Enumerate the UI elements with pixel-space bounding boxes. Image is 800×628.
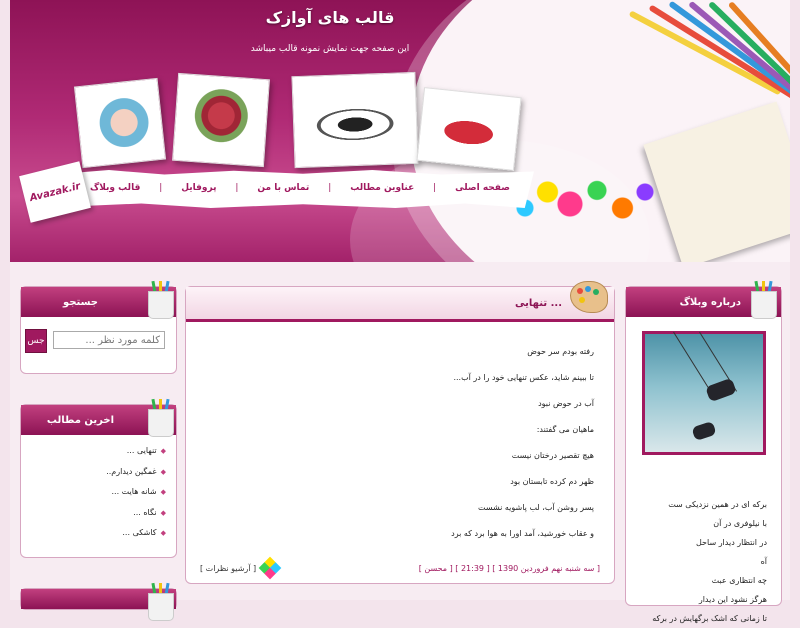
post-title[interactable]: تنهایی ... — [515, 298, 562, 309]
recent-posts-list: تنهایی ... غمگین دیدارم.. شانه هایت ... … — [21, 435, 176, 544]
nav-separator: | — [328, 183, 332, 193]
nav-home[interactable]: صفحه اصلی — [455, 183, 510, 193]
comments-archive-link[interactable]: [ آرشیو نظرات ] — [200, 564, 256, 573]
post-line: آب در حوض نبود — [538, 399, 594, 408]
post-archive: [ آرشیو نظرات ] — [200, 556, 282, 580]
pencil-cup-icon — [146, 398, 174, 437]
nav-blog-template[interactable]: قالب وبلاگ — [90, 183, 140, 193]
about-line: چه انتظاری عبث — [711, 576, 767, 585]
about-text: برکه ای در همین نزدیکی ست با نیلوفری در … — [632, 495, 767, 628]
post-footer: [ سه شنبه نهم فروردین 1390 ] [ 21:39 ] [… — [186, 553, 614, 583]
post-panel: تنهایی ... رفته بودم سر حوض تا ببینم شای… — [185, 281, 615, 584]
main-nav: صفحه اصلی | عناوین مطالب | تماس با من | … — [90, 178, 510, 198]
comments-icon — [258, 556, 282, 580]
about-panel: درباره وبلاگ برکه ای در همین نزدیکی ست ب… — [625, 280, 782, 623]
site-title[interactable]: قالب های آوازک — [10, 8, 650, 27]
next-sidebar-panel — [20, 582, 177, 621]
header-photo-eye — [291, 71, 419, 169]
recent-post-link[interactable]: کاشکی ... — [21, 523, 166, 544]
about-panel-title: درباره وبلاگ — [679, 296, 741, 308]
site-header: قالب های آوازک این صفحه جهت نمایش نمونه … — [10, 0, 790, 262]
nav-profile[interactable]: پروفایل — [181, 183, 216, 193]
header-photo-face — [73, 77, 167, 169]
pencil — [648, 4, 790, 100]
post-line: تا ببینم شاید، عکس تنهایی خود را در آب..… — [453, 373, 594, 382]
post-line: و عقاب خورشید، آمد اورا به هوا برد که بر… — [451, 529, 594, 538]
avazak-badge[interactable]: Avazak.ir — [19, 161, 91, 223]
post-line: ماهیان می گفتند: — [536, 425, 594, 434]
recent-post-link[interactable]: تنهایی ... — [21, 441, 166, 462]
recent-posts-title: اخرین مطالب — [46, 414, 114, 426]
pencil-cup-icon — [146, 280, 174, 319]
about-photo — [642, 331, 766, 455]
post-body: رفته بودم سر حوض تا ببینم شاید، عکس تنها… — [214, 339, 594, 547]
content-area: درباره وبلاگ برکه ای در همین نزدیکی ست ب… — [10, 262, 790, 623]
search-panel-title: جستجو — [63, 296, 98, 308]
nav-contact[interactable]: تماس با من — [257, 183, 309, 193]
pencil-cup-icon — [749, 280, 777, 319]
badge-text: Avazak.ir — [28, 180, 82, 204]
post-line: رفته بودم سر حوض — [527, 347, 594, 356]
nav-separator: | — [235, 183, 239, 193]
nav-separator: | — [159, 183, 163, 193]
header-photo-lips — [416, 87, 522, 171]
pencil-cup-icon — [146, 582, 174, 621]
post-line: ظهر دم کرده تابستان بود — [510, 477, 594, 486]
post-header: تنهایی ... — [186, 287, 614, 322]
about-line: آه — [760, 557, 767, 566]
nav-separator: | — [433, 183, 437, 193]
about-line: تا زمانی که اشک برگهایش در برکه — [652, 614, 767, 623]
recent-post-link[interactable]: شانه هایت ... — [21, 482, 166, 503]
nav-post-titles[interactable]: عناوین مطالب — [350, 183, 414, 193]
about-line: در انتظار دیدار ساحل — [696, 538, 767, 547]
search-panel: جستجو جس — [20, 280, 177, 374]
recent-post-link[interactable]: نگاه ... — [21, 503, 166, 524]
post-meta: [ سه شنبه نهم فروردین 1390 ] [ 21:39 ] [… — [418, 563, 600, 573]
about-line: برکه ای در همین نزدیکی ست — [668, 500, 767, 509]
search-input[interactable] — [53, 331, 165, 349]
search-button[interactable]: جس — [25, 329, 47, 353]
site-description: این صفحه جهت نمایش نمونه قالب میباشد — [250, 44, 410, 54]
palette-icon — [570, 281, 608, 313]
about-line: با نیلوفری در آن — [713, 519, 767, 528]
post-line: هیچ تقصیر درختان نیست — [511, 451, 594, 460]
recent-post-link[interactable]: غمگین دیدارم.. — [21, 462, 166, 483]
post-line: پسر روشن آب، لب پاشویه نشست — [477, 503, 594, 512]
recent-posts-panel: اخرین مطالب تنهایی ... غمگین دیدارم.. شا… — [20, 398, 177, 558]
header-photo-rose — [172, 72, 270, 168]
